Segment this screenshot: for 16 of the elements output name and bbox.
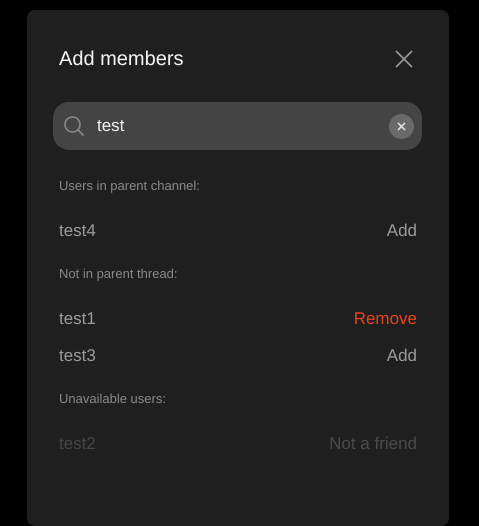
dialog-title: Add members [59, 48, 184, 70]
section-label: Not in parent thread: [59, 266, 179, 282]
clear-icon [397, 122, 406, 130]
user-name: test3 [59, 346, 96, 366]
close-icon[interactable] [394, 49, 414, 69]
search-icon [63, 115, 85, 137]
section-label: Users in parent channel: [59, 178, 201, 194]
user-name: test4 [59, 220, 96, 240]
search-input[interactable]: test [97, 116, 389, 136]
clear-button[interactable] [389, 114, 414, 138]
add-button[interactable]: Add [386, 220, 417, 240]
add-button[interactable]: Add [386, 346, 417, 366]
remove-button[interactable]: Remove [354, 308, 417, 328]
search-field[interactable]: test [53, 102, 422, 150]
section-label: Unavailable users: [59, 391, 167, 407]
user-name: test1 [59, 308, 96, 328]
